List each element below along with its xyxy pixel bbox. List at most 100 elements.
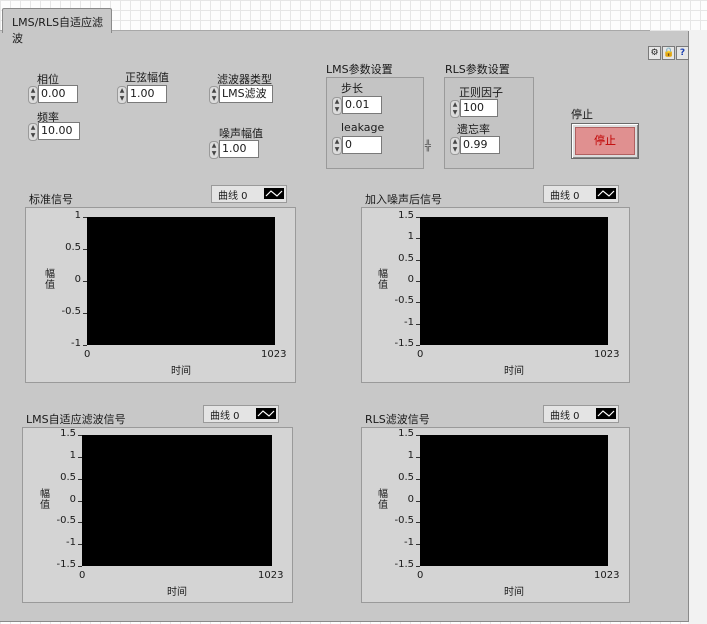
y-tick-mark <box>416 522 420 524</box>
sine-amp-input[interactable]: 1.00 <box>127 85 167 103</box>
phase-input[interactable]: 0.00 <box>38 85 78 103</box>
graph-lms: LMS自适应滤波信号 曲线 0 1.5 1 0.5 0 -0.5 -1 -1.5 0 1023 幅值时… <box>22 401 293 603</box>
leakage-spinner[interactable]: ▲ ▼ <box>332 137 342 155</box>
plot-area[interactable] <box>420 435 608 566</box>
y-tick-label: -0.5 <box>394 295 414 307</box>
y-tick-label: 0 <box>407 274 414 285</box>
plot-legend[interactable]: 曲线 0 <box>211 185 287 203</box>
tab-bar: LMS/RLS自适应滤波 <box>0 8 650 45</box>
y-tick-mark <box>78 478 82 480</box>
y-tick-mark <box>416 217 420 218</box>
filter-type-spinner[interactable]: ▲ ▼ <box>209 86 219 104</box>
y-tick-mark <box>78 500 82 502</box>
plot-legend[interactable]: 曲线 0 <box>543 405 619 423</box>
tab-lms-rls[interactable]: LMS/RLS自适应滤波 <box>2 8 112 45</box>
sine-amp-control[interactable]: ▲ ▼ 1.00 <box>117 85 169 104</box>
y-tick-label: 0.5 <box>60 471 76 483</box>
plot-legend[interactable]: 曲线 0 <box>203 405 279 423</box>
step-input[interactable]: 0.01 <box>342 96 382 114</box>
y-axis-label: 幅值 <box>45 269 55 291</box>
y-tick-label: 1 <box>407 231 414 243</box>
freq-input[interactable]: 10.00 <box>38 122 80 140</box>
toolbar-buttons: ⚙ 🔒 ? <box>648 46 689 60</box>
step-control[interactable]: ▲ ▼ 0.01 <box>332 96 387 115</box>
y-tick-label: 1.5 <box>60 428 76 439</box>
plot-area[interactable] <box>82 435 272 566</box>
graph-title: RLS滤波信号 <box>365 413 430 426</box>
y-tick-mark <box>83 217 87 218</box>
forget-rate-control[interactable]: ▲ ▼ 0.99 <box>450 136 505 155</box>
x-tick-label: 1023 <box>594 570 620 581</box>
leakage-label: leakage <box>341 121 385 134</box>
plot-area[interactable] <box>87 217 275 345</box>
settings-icon[interactable]: ⚙ <box>648 46 661 60</box>
forget-rate-input[interactable]: 0.99 <box>460 136 500 154</box>
plot-legend[interactable]: 曲线 0 <box>543 185 619 203</box>
freq-control[interactable]: ▲ ▼ 10.00 <box>28 122 80 141</box>
y-axis-label: 幅值 <box>40 488 50 511</box>
x-axis-label: 时间 <box>504 587 524 598</box>
y-tick-mark <box>416 345 420 346</box>
legend-label: 曲线 0 <box>550 191 580 202</box>
y-tick-mark <box>416 500 420 502</box>
graph-standard: 标准信号 曲线 0 1 0.5 0 -0.5 -1 0 1023 幅值 时间 <box>25 181 296 383</box>
y-tick-mark <box>83 281 87 282</box>
step-spinner[interactable]: ▲ ▼ <box>332 97 342 115</box>
y-tick-mark <box>78 456 82 458</box>
x-tick-label: 1023 <box>258 570 284 581</box>
line-style-icon <box>596 188 616 199</box>
line-style-icon <box>264 188 284 199</box>
x-axis-label: 时间 <box>504 366 524 377</box>
y-tick-mark <box>416 259 420 261</box>
y-axis-label: 幅值 <box>378 488 388 511</box>
help-icon[interactable]: ? <box>676 46 689 60</box>
freq-spinner[interactable]: ▲ ▼ <box>28 123 38 141</box>
y-tick-mark <box>416 456 420 458</box>
plot-area[interactable] <box>420 217 608 345</box>
x-tick-label: 0 <box>79 570 86 581</box>
y-tick-mark <box>416 435 420 436</box>
lock-icon[interactable]: 🔒 <box>662 46 675 60</box>
legend-label: 曲线 0 <box>550 411 580 422</box>
y-tick-mark <box>416 238 420 240</box>
y-tick-label: -0.5 <box>61 306 81 317</box>
noise-amp-label: 噪声幅值 <box>219 127 263 140</box>
sine-amp-spinner[interactable]: ▲ ▼ <box>117 86 127 104</box>
y-tick-label: 0.5 <box>398 471 414 483</box>
y-tick-label: 0.5 <box>65 242 81 253</box>
line-style-icon <box>596 408 616 419</box>
reg-factor-spinner[interactable]: ▲ ▼ <box>450 100 460 118</box>
y-tick-mark <box>83 313 87 314</box>
y-tick-mark <box>416 478 420 480</box>
rls-param-group: 正则因子 ▲ ▼ 100 遗忘率 ▲ ▼ 0.99 <box>444 77 534 169</box>
filter-type-ring[interactable]: ▲ ▼ LMS滤波 <box>209 85 275 104</box>
noise-amp-input[interactable]: 1.00 <box>219 140 259 158</box>
step-label: 步长 <box>341 82 363 95</box>
phase-control[interactable]: ▲ ▼ 0.00 <box>28 85 80 104</box>
leakage-control[interactable]: ▲ ▼ 0 <box>332 136 387 155</box>
sine-amp-label: 正弦幅值 <box>125 71 169 84</box>
reg-factor-input[interactable]: 100 <box>460 99 498 117</box>
y-tick-mark <box>78 566 82 567</box>
forget-rate-spinner[interactable]: ▲ ▼ <box>450 137 460 155</box>
leakage-input[interactable]: 0 <box>342 136 382 154</box>
forget-rate-label: 遗忘率 <box>457 123 490 136</box>
noise-amp-control[interactable]: ▲ ▼ 1.00 <box>209 140 261 159</box>
y-tick-label: 1.5 <box>398 210 414 221</box>
y-tick-mark <box>416 323 420 325</box>
filter-type-value[interactable]: LMS滤波 <box>219 85 273 103</box>
y-tick-mark <box>78 544 82 546</box>
y-tick-mark <box>78 522 82 524</box>
noise-amp-spinner[interactable]: ▲ ▼ <box>209 141 219 159</box>
stop-button[interactable]: 停止 <box>571 123 639 159</box>
reg-factor-control[interactable]: ▲ ▼ 100 <box>450 99 505 118</box>
y-axis-label: 幅值 <box>378 269 388 291</box>
y-tick-label: 0 <box>74 274 81 285</box>
phase-spinner[interactable]: ▲ ▼ <box>28 86 38 104</box>
y-tick-label: 0.5 <box>398 252 414 264</box>
cursor-glyph: ╬ <box>425 141 432 152</box>
graph-rls: RLS滤波信号 曲线 0 1.5 1 0.5 0 -0.5 -1 -1.5 0 1023 幅值 时间 <box>361 401 630 603</box>
y-tick-label: 1 <box>74 210 81 221</box>
front-panel: 相位 ▲ ▼ 0.00 频率 ▲ ▼ 10.00 正弦幅值 ▲ ▼ 1.00 滤波器类… <box>0 31 689 622</box>
x-tick-label: 1023 <box>261 349 287 360</box>
